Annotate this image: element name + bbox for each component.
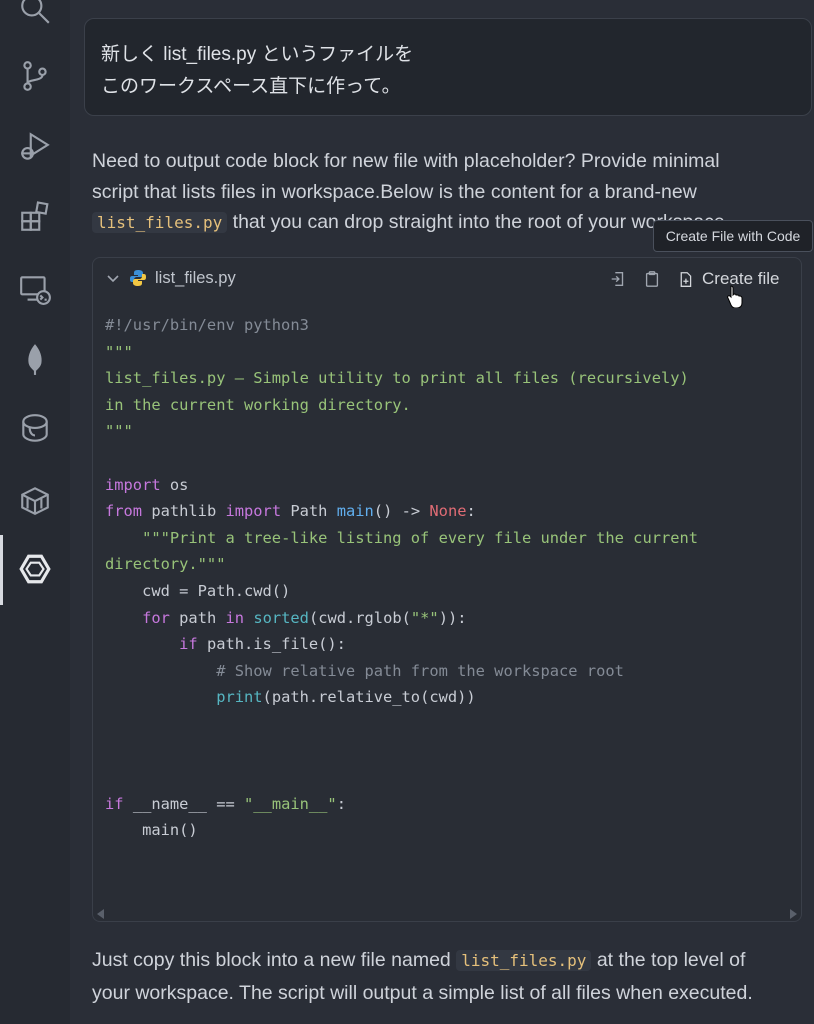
code-token: main() xyxy=(105,821,198,840)
remote-explorer-icon[interactable] xyxy=(16,270,54,308)
code-token: path.is_file(): xyxy=(197,635,346,654)
code-token: __name__ == xyxy=(123,794,245,813)
code-token: import xyxy=(225,502,282,521)
code-token: """ xyxy=(105,422,133,441)
footer-line: Just copy this block into a new file nam… xyxy=(92,944,802,977)
code-block: list_files.py Create file #!/usr/bin/env… xyxy=(92,257,802,922)
database-icon[interactable] xyxy=(16,410,54,448)
code-file-name: list_files.py xyxy=(155,269,236,287)
code-token: Path xyxy=(281,502,328,521)
container-icon[interactable] xyxy=(16,481,54,519)
code-token: path xyxy=(169,608,226,627)
answer-line: Need to output code block for new file w… xyxy=(92,150,720,172)
footer-text: at the top level of xyxy=(591,949,746,971)
code-token: sorted xyxy=(253,608,309,627)
code-content: #!/usr/bin/env python3 """ list_files.py… xyxy=(105,312,698,844)
code-token: : xyxy=(466,502,476,521)
code-token: """Print a tree-like listing of every fi… xyxy=(142,528,699,547)
code-token: os xyxy=(160,475,189,494)
chevron-down-icon[interactable] xyxy=(105,270,121,286)
copy-icon[interactable] xyxy=(642,269,662,289)
code-token: (cwd.rglob( xyxy=(308,608,411,627)
create-file-tooltip: Create File with Code xyxy=(653,220,813,252)
answer-line: script that lists files in workspace.Bel… xyxy=(92,180,697,203)
footer-line: your workspace. The script will output a… xyxy=(92,982,753,1004)
code-block-header: list_files.py Create file xyxy=(93,258,801,308)
code-token: )): xyxy=(438,608,467,627)
user-message: 新しく list_files.py というファイルを このワークスペース直下に作… xyxy=(84,18,812,116)
code-token: """ xyxy=(105,342,133,361)
code-token: # Show relative path from the workspace … xyxy=(216,661,624,680)
code-token: cwd = Path.cwd() xyxy=(105,581,291,600)
insert-at-cursor-icon[interactable] xyxy=(608,269,628,289)
hand-cursor-icon xyxy=(727,285,743,308)
ai-assistant-icon[interactable] xyxy=(16,550,54,588)
code-token: for xyxy=(142,608,170,627)
code-token: pathlib xyxy=(142,502,226,521)
python-icon xyxy=(130,270,146,286)
code-token: in xyxy=(225,608,245,627)
active-indicator xyxy=(0,535,3,605)
footer-text: Just copy this block into a new file nam… xyxy=(92,949,457,971)
user-message-line: このワークスペース直下に作って。 xyxy=(101,76,401,97)
code-token: (path.relative_to(cwd)) xyxy=(262,688,476,707)
code-token: #!/usr/bin/env python3 xyxy=(105,316,309,334)
code-token: "*" xyxy=(410,608,439,627)
activity-bar xyxy=(0,0,70,1024)
leaf-icon[interactable] xyxy=(16,340,54,378)
code-token: directory.""" xyxy=(105,555,226,574)
source-control-icon[interactable] xyxy=(16,57,54,95)
user-message-line: 新しく list_files.py というファイルを xyxy=(101,44,414,65)
code-token: : xyxy=(336,794,346,813)
scroll-right-arrow[interactable] xyxy=(790,909,797,919)
code-token: in the current working directory. xyxy=(105,395,411,414)
code-token: print xyxy=(216,688,263,707)
code-token: import xyxy=(105,475,161,494)
code-token: from xyxy=(105,502,143,521)
new-file-icon xyxy=(680,271,692,287)
extensions-icon[interactable] xyxy=(16,198,54,236)
code-token: if xyxy=(105,794,124,813)
inline-code: list_files.py xyxy=(456,950,592,971)
scroll-left-arrow[interactable] xyxy=(97,909,104,919)
code-token: () -> xyxy=(373,502,430,521)
code-token: "__main__" xyxy=(244,794,337,813)
code-token: main xyxy=(336,502,374,521)
code-token: list_files.py – Simple utility to print … xyxy=(105,369,689,388)
chat-panel: 新しく list_files.py というファイルを このワークスペース直下に作… xyxy=(70,0,814,1024)
code-token: None xyxy=(429,502,467,521)
run-debug-icon[interactable] xyxy=(16,128,54,166)
code-token: if xyxy=(179,635,198,654)
inline-code: list_files.py xyxy=(92,212,228,233)
assistant-footer: Just copy this block into a new file nam… xyxy=(92,944,802,1009)
search-icon[interactable] xyxy=(16,0,54,28)
